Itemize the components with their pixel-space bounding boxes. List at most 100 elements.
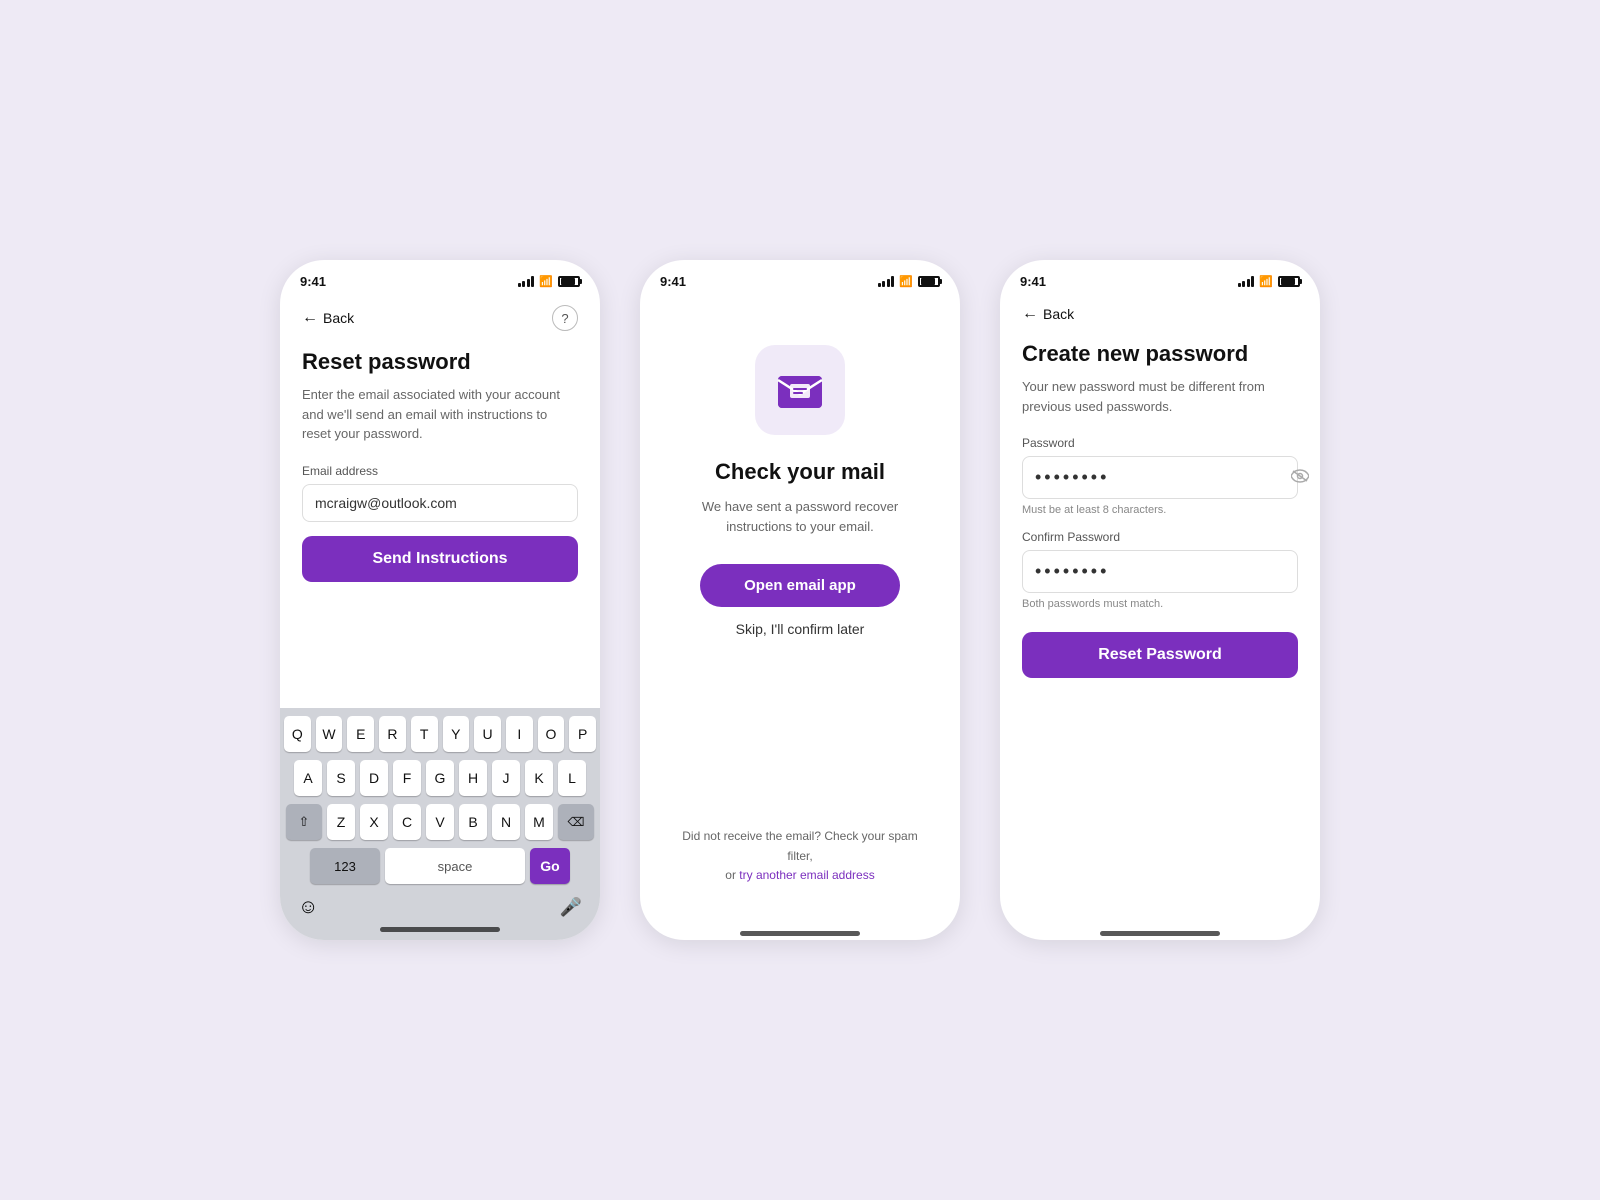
key-s[interactable]: S bbox=[327, 760, 355, 796]
back-label-1: Back bbox=[323, 310, 354, 326]
bottom-note-prefix: Did not receive the email? Check your sp… bbox=[682, 829, 917, 862]
nav-row-3: ← Back bbox=[1022, 305, 1298, 323]
key-i[interactable]: I bbox=[506, 716, 533, 752]
key-a[interactable]: A bbox=[294, 760, 322, 796]
key-f[interactable]: F bbox=[393, 760, 421, 796]
eye-toggle-icon[interactable] bbox=[1279, 469, 1320, 486]
keyboard: Q W E R T Y U I O P A S D F G H J K L ⇧ … bbox=[280, 708, 600, 940]
skip-link[interactable]: Skip, I'll confirm later bbox=[736, 621, 865, 637]
send-instructions-button[interactable]: Send Instructions bbox=[302, 536, 578, 582]
phone-screen-2: 9:41 📶 Check yo bbox=[640, 260, 960, 940]
key-y[interactable]: Y bbox=[443, 716, 470, 752]
key-j[interactable]: J bbox=[492, 760, 520, 796]
key-123[interactable]: 123 bbox=[310, 848, 380, 884]
try-another-email-link[interactable]: try another email address bbox=[739, 868, 874, 882]
key-p[interactable]: P bbox=[569, 716, 596, 752]
status-icons-2: 📶 bbox=[878, 275, 940, 288]
signal-icon-3 bbox=[1238, 276, 1255, 287]
status-bar-2: 9:41 📶 bbox=[640, 260, 960, 295]
check-mail-subtitle: We have sent a password recover instruct… bbox=[668, 497, 932, 536]
open-email-button[interactable]: Open email app bbox=[700, 564, 900, 607]
keyboard-row-3: ⇧ Z X C V B N M ⌫ bbox=[284, 804, 596, 840]
battery-icon-2 bbox=[918, 276, 940, 287]
back-button-1[interactable]: ← Back bbox=[302, 309, 354, 327]
mail-envelope-icon bbox=[774, 364, 826, 416]
create-password-subtitle: Your new password must be different from… bbox=[1022, 377, 1298, 416]
battery-icon-3 bbox=[1278, 276, 1300, 287]
wifi-icon-2: 📶 bbox=[899, 275, 913, 288]
confirm-password-label: Confirm Password bbox=[1022, 530, 1298, 544]
password-input-wrapper bbox=[1022, 456, 1298, 499]
key-g[interactable]: G bbox=[426, 760, 454, 796]
key-t[interactable]: T bbox=[411, 716, 438, 752]
mic-key[interactable]: 🎤 bbox=[560, 897, 582, 918]
password-input[interactable] bbox=[1023, 457, 1279, 498]
wifi-icon-3: 📶 bbox=[1259, 275, 1273, 288]
key-backspace[interactable]: ⌫ bbox=[558, 804, 594, 840]
key-e[interactable]: E bbox=[347, 716, 374, 752]
password-hint: Must be at least 8 characters. bbox=[1022, 504, 1298, 516]
status-icons-3: 📶 bbox=[1238, 275, 1300, 288]
email-input-display[interactable]: mcraigw@outlook.com bbox=[302, 484, 578, 522]
phone-screen-3: 9:41 📶 ← Back Create new password Your n… bbox=[1000, 260, 1320, 940]
password-label: Password bbox=[1022, 436, 1298, 450]
confirm-password-input[interactable] bbox=[1023, 551, 1297, 592]
home-indicator-1 bbox=[380, 927, 500, 932]
help-button-1[interactable]: ? bbox=[552, 305, 578, 331]
email-label: Email address bbox=[302, 464, 578, 478]
keyboard-row-2: A S D F G H J K L bbox=[284, 760, 596, 796]
emoji-key[interactable]: ☺ bbox=[298, 896, 318, 919]
home-indicator-2 bbox=[740, 931, 860, 936]
mail-screen-content: Check your mail We have sent a password … bbox=[640, 295, 960, 925]
key-w[interactable]: W bbox=[316, 716, 343, 752]
status-bar-1: 9:41 📶 bbox=[280, 260, 600, 295]
keyboard-row-4: 123 space Go bbox=[284, 848, 596, 884]
wifi-icon-1: 📶 bbox=[539, 275, 553, 288]
create-password-title: Create new password bbox=[1022, 341, 1298, 367]
battery-icon-1 bbox=[558, 276, 580, 287]
back-arrow-icon-3: ← bbox=[1022, 305, 1038, 323]
key-go[interactable]: Go bbox=[530, 848, 570, 884]
key-h[interactable]: H bbox=[459, 760, 487, 796]
screen3-content: ← Back Create new password Your new pass… bbox=[1000, 295, 1320, 925]
key-n[interactable]: N bbox=[492, 804, 520, 840]
time-2: 9:41 bbox=[660, 274, 686, 289]
key-v[interactable]: V bbox=[426, 804, 454, 840]
time-1: 9:41 bbox=[300, 274, 326, 289]
key-space[interactable]: space bbox=[385, 848, 525, 884]
check-mail-title: Check your mail bbox=[715, 459, 885, 485]
back-button-3[interactable]: ← Back bbox=[1022, 305, 1074, 323]
back-arrow-icon-1: ← bbox=[302, 309, 318, 327]
nav-row-1: ← Back ? bbox=[302, 305, 578, 331]
reset-password-subtitle: Enter the email associated with your acc… bbox=[302, 385, 578, 444]
key-b[interactable]: B bbox=[459, 804, 487, 840]
signal-icon-2 bbox=[878, 276, 895, 287]
back-label-3: Back bbox=[1043, 306, 1074, 322]
signal-icon-1 bbox=[518, 276, 535, 287]
bottom-note-or: or bbox=[725, 868, 736, 882]
confirm-hint: Both passwords must match. bbox=[1022, 598, 1298, 610]
keyboard-row-1: Q W E R T Y U I O P bbox=[284, 716, 596, 752]
key-z[interactable]: Z bbox=[327, 804, 355, 840]
key-q[interactable]: Q bbox=[284, 716, 311, 752]
status-bar-3: 9:41 📶 bbox=[1000, 260, 1320, 295]
time-3: 9:41 bbox=[1020, 274, 1046, 289]
reset-password-title: Reset password bbox=[302, 349, 578, 375]
key-d[interactable]: D bbox=[360, 760, 388, 796]
key-m[interactable]: M bbox=[525, 804, 553, 840]
email-value: mcraigw@outlook.com bbox=[315, 495, 457, 511]
reset-password-button[interactable]: Reset Password bbox=[1022, 632, 1298, 678]
key-x[interactable]: X bbox=[360, 804, 388, 840]
key-l[interactable]: L bbox=[558, 760, 586, 796]
key-c[interactable]: C bbox=[393, 804, 421, 840]
key-shift[interactable]: ⇧ bbox=[286, 804, 322, 840]
screen1-content: ← Back ? Reset password Enter the email … bbox=[280, 295, 600, 708]
mail-icon-wrapper bbox=[755, 345, 845, 435]
key-r[interactable]: R bbox=[379, 716, 406, 752]
key-k[interactable]: K bbox=[525, 760, 553, 796]
key-u[interactable]: U bbox=[474, 716, 501, 752]
confirm-input-wrapper bbox=[1022, 550, 1298, 593]
keyboard-bottom: ☺ 🎤 bbox=[284, 892, 596, 921]
key-o[interactable]: O bbox=[538, 716, 565, 752]
status-icons-1: 📶 bbox=[518, 275, 580, 288]
